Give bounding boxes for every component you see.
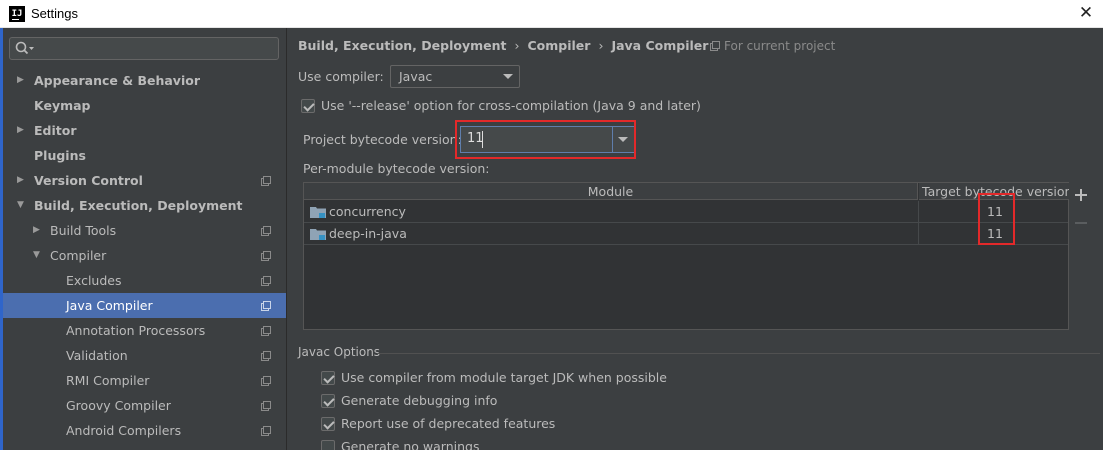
per-module-label: Per-module bytecode version: bbox=[303, 161, 490, 176]
table-row[interactable]: deep-in-java 11 bbox=[304, 223, 1068, 245]
project-scope-icon bbox=[261, 301, 271, 311]
project-scope-icon bbox=[261, 226, 271, 236]
search-icon[interactable] bbox=[14, 39, 36, 58]
expand-arrow-icon[interactable]: ▶ bbox=[17, 118, 29, 143]
release-option-checkbox[interactable] bbox=[301, 99, 315, 113]
breadcrumb-item-compiler[interactable]: Compiler bbox=[527, 38, 590, 53]
option-checkbox-deprecated-features[interactable] bbox=[321, 417, 335, 431]
sidebar-item-label: Editor bbox=[34, 123, 77, 138]
option-checkbox-no-warnings[interactable] bbox=[321, 440, 335, 450]
per-module-table: Module Target bytecode version concurren… bbox=[303, 182, 1069, 330]
sidebar-item-java-compiler[interactable]: Java Compiler bbox=[3, 293, 286, 318]
settings-search-input[interactable] bbox=[38, 38, 276, 59]
project-scope-icon bbox=[261, 426, 271, 436]
section-divider bbox=[378, 353, 1100, 354]
highlight-box-project-bytecode bbox=[455, 120, 636, 159]
sidebar-item-build-tools[interactable]: ▶ Build Tools bbox=[3, 218, 286, 243]
chevron-down-icon bbox=[503, 74, 513, 79]
option-label: Generate no warnings bbox=[341, 439, 480, 450]
sidebar-item-build-execution-deployment[interactable]: ▼ Build, Execution, Deployment bbox=[3, 193, 286, 218]
module-name: concurrency bbox=[329, 204, 406, 219]
sidebar-item-label: RMI Compiler bbox=[66, 373, 150, 388]
settings-sidebar: ▶ Appearance & Behavior Keymap ▶ Editor … bbox=[0, 28, 287, 450]
project-scope-icon bbox=[261, 251, 271, 261]
sidebar-item-label: Plugins bbox=[34, 148, 86, 163]
sidebar-item-label: Android Compilers bbox=[66, 423, 182, 438]
sidebar-item-validation[interactable]: Validation bbox=[3, 343, 286, 368]
project-scope-icon bbox=[261, 276, 271, 286]
release-option-label: Use '--release' option for cross-compila… bbox=[321, 98, 701, 113]
sidebar-item-label: Build Tools bbox=[50, 223, 117, 238]
sidebar-item-annotation-processors[interactable]: Annotation Processors bbox=[3, 318, 286, 343]
expand-arrow-icon[interactable]: ▶ bbox=[17, 168, 29, 193]
option-checkbox-debugging-info[interactable] bbox=[321, 394, 335, 408]
sidebar-item-label: Build, Execution, Deployment bbox=[34, 198, 243, 213]
sidebar-item-plugins[interactable]: Plugins bbox=[3, 143, 286, 168]
sidebar-item-label: Validation bbox=[66, 348, 128, 363]
collapse-arrow-icon[interactable]: ▼ bbox=[17, 193, 29, 218]
title-bar: IJ Settings ✕ bbox=[0, 0, 1103, 28]
use-compiler-select[interactable]: Javac bbox=[390, 65, 520, 88]
collapse-arrow-icon[interactable]: ▼ bbox=[33, 243, 45, 268]
project-scope-icon bbox=[710, 41, 720, 51]
sidebar-item-label: Keymap bbox=[34, 98, 91, 113]
module-name: deep-in-java bbox=[329, 226, 407, 241]
window-title: Settings bbox=[31, 6, 78, 21]
sidebar-item-appearance-behavior[interactable]: ▶ Appearance & Behavior bbox=[3, 68, 286, 93]
close-icon[interactable]: ✕ bbox=[1075, 2, 1097, 24]
cell-divider bbox=[918, 201, 919, 223]
sidebar-item-groovy-compiler[interactable]: Groovy Compiler bbox=[3, 393, 286, 418]
sidebar-item-rmi-compiler[interactable]: RMI Compiler bbox=[3, 368, 286, 393]
sidebar-item-label: Groovy Compiler bbox=[66, 398, 171, 413]
breadcrumb-item-java-compiler: Java Compiler bbox=[611, 38, 709, 53]
sidebar-item-label: Version Control bbox=[34, 173, 143, 188]
module-folder-icon bbox=[310, 229, 326, 240]
sidebar-item-label: Annotation Processors bbox=[66, 323, 206, 338]
sidebar-item-label: Appearance & Behavior bbox=[34, 73, 200, 88]
sidebar-item-android-compilers[interactable]: Android Compilers bbox=[3, 418, 286, 443]
column-header-module[interactable]: Module bbox=[304, 183, 918, 200]
table-row[interactable]: concurrency 11 bbox=[304, 201, 1068, 223]
remove-icon[interactable] bbox=[1074, 216, 1088, 230]
project-scope-icon bbox=[261, 326, 271, 336]
sidebar-item-compiler[interactable]: ▼ Compiler bbox=[3, 243, 286, 268]
expand-arrow-icon[interactable]: ▶ bbox=[17, 68, 29, 93]
sidebar-item-label: Java Compiler bbox=[66, 298, 153, 313]
option-checkbox-use-module-jdk[interactable] bbox=[321, 371, 335, 385]
sidebar-item-excludes[interactable]: Excludes bbox=[3, 268, 286, 293]
sidebar-item-label: Compiler bbox=[50, 248, 107, 263]
sidebar-item-keymap[interactable]: Keymap bbox=[3, 93, 286, 118]
sidebar-item-version-control[interactable]: ▶ Version Control bbox=[3, 168, 286, 193]
breadcrumb: Build, Execution, Deployment › Compiler › Ja… bbox=[298, 38, 708, 56]
use-compiler-label: Use compiler: bbox=[298, 69, 384, 84]
project-bytecode-label: Project bytecode version: bbox=[303, 132, 462, 147]
project-scope-icon bbox=[261, 401, 271, 411]
scope-hint: For current project bbox=[710, 39, 835, 53]
java-compiler-settings-panel: Build, Execution, Deployment › Compiler › Ja… bbox=[288, 28, 1103, 450]
javac-options-title: Javac Options bbox=[298, 345, 381, 359]
highlight-box-target-versions bbox=[978, 193, 1015, 245]
option-label: Report use of deprecated features bbox=[341, 416, 556, 431]
breadcrumb-separator: › bbox=[598, 38, 604, 53]
project-scope-icon bbox=[261, 351, 271, 361]
project-scope-icon bbox=[261, 376, 271, 386]
breadcrumb-separator: › bbox=[514, 38, 520, 53]
intellij-app-icon: IJ bbox=[9, 6, 25, 22]
module-folder-icon bbox=[310, 207, 326, 218]
sidebar-item-label: Excludes bbox=[66, 273, 122, 288]
expand-arrow-icon[interactable]: ▶ bbox=[33, 218, 45, 243]
add-icon[interactable] bbox=[1074, 188, 1088, 202]
settings-search-box[interactable] bbox=[9, 37, 279, 60]
use-compiler-value: Javac bbox=[399, 69, 433, 84]
breadcrumb-item-build-execution-deployment[interactable]: Build, Execution, Deployment bbox=[298, 38, 506, 53]
project-scope-icon bbox=[261, 176, 271, 186]
option-label: Generate debugging info bbox=[341, 393, 498, 408]
option-label: Use compiler from module target JDK when… bbox=[341, 370, 667, 385]
sidebar-item-editor[interactable]: ▶ Editor bbox=[3, 118, 286, 143]
scope-hint-text: For current project bbox=[724, 39, 836, 53]
cell-divider bbox=[918, 223, 919, 245]
